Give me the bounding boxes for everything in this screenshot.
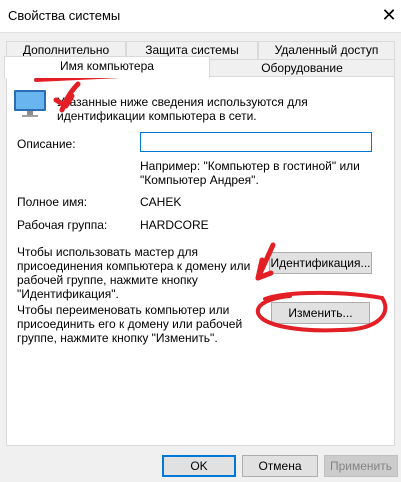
tab-computer-name-label: Имя компьютера [60,59,154,73]
tab-computer-name[interactable]: Имя компьютера [4,56,210,78]
